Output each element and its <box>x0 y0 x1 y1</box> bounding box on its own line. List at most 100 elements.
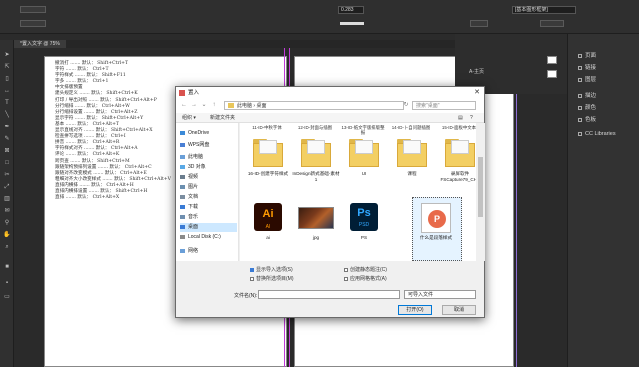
file-item-folder[interactable]: 录屏软件FSCapture79_CH5 <box>436 135 476 197</box>
chevron-down-icon[interactable]: ⌄ <box>200 101 208 110</box>
master-label[interactable]: A-主页 <box>469 68 484 75</box>
note-tool-icon[interactable]: ✉ <box>3 208 11 215</box>
file-label-partial[interactable]: 11-ID-中秋字体 <box>244 125 290 130</box>
sidebar-item[interactable]: OneDrive <box>180 129 237 138</box>
page-tool-icon[interactable]: ▯ <box>3 76 11 83</box>
align-button[interactable] <box>540 20 564 27</box>
direct-selection-icon[interactable]: ⇱ <box>3 64 11 71</box>
file-label-partial[interactable]: 14-ID-卜自问题插图 <box>388 125 434 130</box>
file-item-folder[interactable]: 课程 <box>388 135 436 197</box>
sidebar-item[interactable]: Local Disk (C:) <box>180 233 237 242</box>
sidebar-item[interactable]: WPS网盘 <box>180 141 237 150</box>
scrollbar[interactable] <box>476 123 485 261</box>
pen-tool-icon[interactable]: ✒ <box>3 124 11 131</box>
type-tool-icon[interactable]: T <box>3 100 11 107</box>
sidebar-item-label: WPS网盘 <box>188 142 210 148</box>
eyedropper-icon[interactable]: ⚲ <box>3 220 11 227</box>
panel-layers[interactable]: 图层 <box>578 75 596 83</box>
stroke-weight-field[interactable]: 0.283 <box>338 6 364 14</box>
filetype-select[interactable]: 可导入文件 <box>404 290 476 299</box>
open-button[interactable]: 打开(O) <box>398 305 432 315</box>
panel-stroke[interactable]: 描边 <box>578 91 596 99</box>
stroke-type-line[interactable] <box>340 22 364 25</box>
apply-color-icon[interactable]: ▪ <box>3 280 11 287</box>
cancel-button[interactable]: 取消 <box>442 305 476 315</box>
show-import-options-checkbox[interactable]: 显示导入选项(S) <box>250 267 293 273</box>
file-label-partial[interactable]: 15-ID-面板中文本 <box>436 125 476 130</box>
line-tool-icon[interactable]: ╲ <box>3 112 11 119</box>
new-folder-button[interactable]: 新建文件夹 <box>210 113 235 123</box>
hand-tool-icon[interactable]: ✋ <box>3 232 11 239</box>
sidebar-item[interactable]: 3D 对象 <box>180 163 237 172</box>
gradient-tool-icon[interactable]: ▥ <box>3 196 11 203</box>
file-item-ps[interactable]: Ps PSD PS <box>340 199 388 261</box>
fill-swatch-icon[interactable]: ■ <box>3 264 11 271</box>
apply-grid-checkbox[interactable]: 应用网格格式(A) <box>344 276 387 282</box>
scrollbar-thumb[interactable] <box>478 157 483 217</box>
panel-color[interactable]: 颜色 <box>578 103 596 111</box>
breadcrumb-desktop[interactable]: 桌面 <box>256 103 266 109</box>
page-thumb[interactable] <box>547 70 557 78</box>
scissors-icon[interactable]: ✂ <box>3 172 11 179</box>
panel-pages[interactable]: 页面 <box>578 51 596 59</box>
folder-icon <box>397 139 427 167</box>
panel-cc-libraries[interactable]: CC Libraries <box>578 131 616 137</box>
view-options-icon[interactable]: ▤ <box>458 113 463 123</box>
file-label-partial[interactable]: 12-ID-封面与插图 <box>292 125 338 130</box>
frame-style-select[interactable]: [基本图形框架] <box>512 6 576 14</box>
organize-menu[interactable]: 组织 ▾ <box>182 113 196 123</box>
refresh-icon[interactable]: ↻ <box>402 101 410 110</box>
file-item-folder[interactable]: UI <box>340 135 388 197</box>
reference-point-control[interactable] <box>20 6 46 13</box>
back-arrow-icon[interactable]: ← <box>180 101 188 110</box>
file-list: 11-ID-中秋字体 12-ID-封面与插图 13-ID-纸文字版排版整报 14-ID… <box>240 123 476 261</box>
sidebar-item[interactable]: 文档 <box>180 193 237 202</box>
file-item-pptx[interactable]: P 什么是段落样式 <box>412 199 460 261</box>
file-label-partial[interactable]: 13-ID-纸文字版排版整报 <box>340 125 386 135</box>
up-arrow-icon[interactable]: ↑ <box>210 101 218 110</box>
panel-swatches[interactable]: 色板 <box>578 115 596 123</box>
address-bar[interactable]: 此电脑 › 桌面 <box>224 101 404 110</box>
sidebar-item[interactable]: 下载 <box>180 203 237 212</box>
sidebar-item[interactable]: 此电脑 <box>180 153 237 162</box>
pencil-tool-icon[interactable]: ✎ <box>3 136 11 143</box>
sidebar-item[interactable]: 音乐 <box>180 213 237 222</box>
folder-icon <box>349 139 379 167</box>
computer-icon <box>180 154 185 159</box>
panel-links[interactable]: 链接 <box>578 63 596 71</box>
sidebar-item-label: 桌面 <box>188 224 199 230</box>
sidebar-item[interactable]: 网络 <box>180 247 237 256</box>
cube-icon <box>180 164 185 169</box>
reference-point-control-2[interactable] <box>20 20 46 27</box>
search-input[interactable]: 搜索"桌面" <box>412 101 476 110</box>
cloud-icon <box>180 142 185 147</box>
rectangle-tool-icon[interactable]: □ <box>3 160 11 167</box>
filename-input[interactable] <box>258 290 400 299</box>
file-label: ai <box>266 235 270 240</box>
free-transform-icon[interactable]: ⤢ <box>3 184 11 191</box>
selection-tool-icon[interactable]: ➤ <box>3 52 11 59</box>
file-item-ai[interactable]: Ai AI ai <box>244 199 292 261</box>
gap-tool-icon[interactable]: ↔ <box>3 88 11 95</box>
dialog-titlebar: 置入 ✕ <box>176 87 484 99</box>
file-item-folder[interactable]: 16-ID-创建字符样式 <box>244 135 292 197</box>
sidebar-item[interactable]: 图片 <box>180 183 237 192</box>
master-thumb[interactable] <box>547 56 557 64</box>
close-icon[interactable]: ✕ <box>474 87 480 99</box>
document-tab[interactable]: *置入文字 @ 75% <box>14 40 66 48</box>
zoom-tool-icon[interactable]: ⌕ <box>3 244 11 251</box>
create-captions-checkbox[interactable]: 创建静态题注(C) <box>344 267 387 273</box>
replace-selected-checkbox[interactable]: 替换所选项目(M) <box>250 276 294 282</box>
desktop-icon <box>180 224 185 229</box>
sidebar-item[interactable]: 桌面 <box>180 223 237 232</box>
fit-button[interactable] <box>470 20 488 27</box>
screen-mode-icon[interactable]: ▭ <box>3 294 11 301</box>
breadcrumb-computer[interactable]: 此电脑 <box>237 103 252 109</box>
sidebar-item[interactable]: 视频 <box>180 173 237 182</box>
help-icon[interactable]: ? <box>470 113 473 123</box>
sidebar-item-label: 3D 对象 <box>188 164 206 170</box>
rect-frame-icon[interactable]: ⊠ <box>3 148 11 155</box>
file-item-folder[interactable]: InDesign新式基础-素材1 <box>292 135 340 197</box>
file-item-jpg[interactable]: jpg <box>292 199 340 261</box>
forward-arrow-icon[interactable]: → <box>190 101 198 110</box>
